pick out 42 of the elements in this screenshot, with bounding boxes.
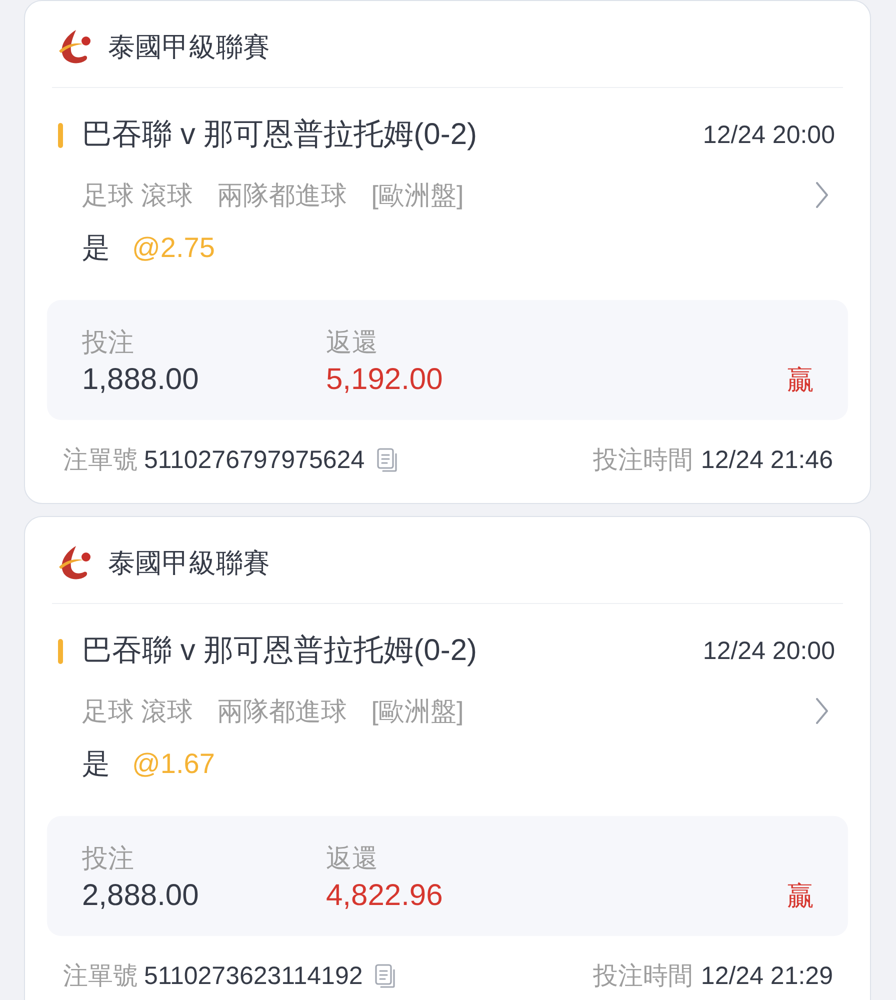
ticket-label: 注單號 [63,445,138,476]
selection-text: 是 [82,231,110,265]
match-title: 巴吞聯 v 那可恩普拉托姆(0-2) [82,633,478,669]
league-name: 泰國甲級聯賽 [108,31,270,64]
copy-icon[interactable] [374,964,396,988]
return-label: 返還 [326,842,379,875]
placed-time: 12/24 21:29 [700,961,833,992]
logo-icon [58,544,92,582]
market-text: 足球 滾球 [82,695,194,728]
accent-bar [58,638,63,664]
return-label: 返還 [326,326,379,359]
ticket-number: 5110276797975624 [144,445,365,476]
return-amount: 5,192.00 [326,362,444,398]
chevron-right-icon[interactable] [815,182,829,208]
market-text: [歐洲盤] [371,695,464,728]
market-text: [歐洲盤] [371,179,464,212]
kickoff-time: 12/24 20:00 [702,120,835,151]
return-amount: 4,822.96 [326,878,444,914]
market-text: 足球 滾球 [82,179,194,212]
result-text: 贏 [787,880,814,913]
ticket-number: 5110273623114192 [144,961,363,992]
stake-amount: 1,888.00 [82,362,200,398]
placed-label: 投注時間 [592,445,693,476]
odds-text: @2.75 [132,231,215,265]
stake-label: 投注 [82,326,135,359]
placed-time: 12/24 21:46 [700,445,833,476]
stake-label: 投注 [82,842,135,875]
stake-amount: 2,888.00 [82,878,200,914]
market-text: 兩隊都進球 [217,695,348,728]
logo-icon [58,28,92,66]
chevron-right-icon[interactable] [815,698,829,724]
selection-text: 是 [82,747,110,781]
placed-label: 投注時間 [592,961,693,992]
copy-icon[interactable] [376,448,398,472]
odds-text: @1.67 [132,747,215,781]
match-title: 巴吞聯 v 那可恩普拉托姆(0-2) [82,117,478,153]
ticket-label: 注單號 [63,961,138,992]
accent-bar [58,122,63,148]
result-text: 贏 [787,364,814,397]
market-text: 兩隊都進球 [217,179,348,212]
kickoff-time: 12/24 20:00 [702,636,835,667]
league-name: 泰國甲級聯賽 [108,547,270,580]
